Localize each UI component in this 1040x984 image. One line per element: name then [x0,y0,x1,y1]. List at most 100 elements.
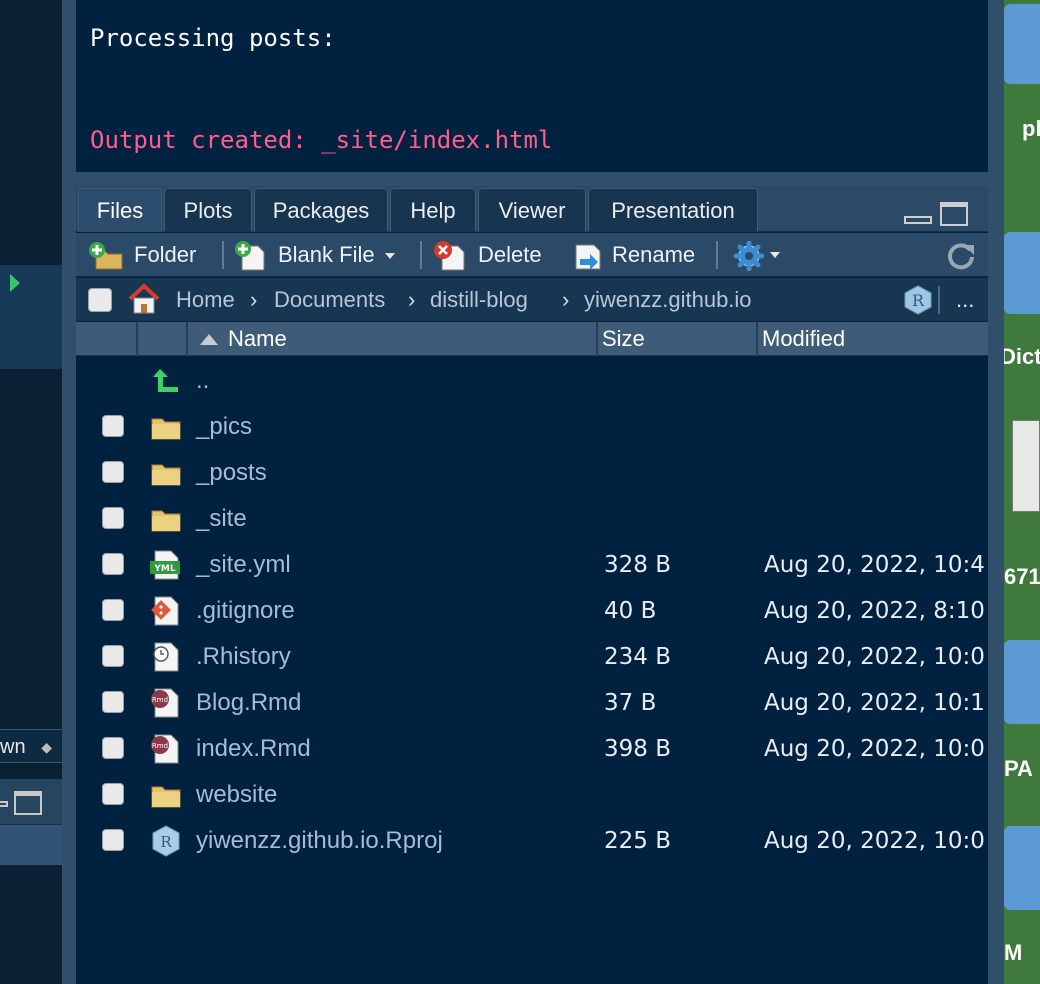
file-name-link[interactable]: website [196,772,277,818]
file-name-link[interactable]: yiwenzz.github.io.Rproj [196,818,443,864]
file-name-link[interactable]: _posts [196,450,267,496]
row-checkbox[interactable] [102,783,124,805]
minimize-pane-icon[interactable] [904,216,932,224]
chevron-right-icon: › [408,287,416,312]
minimize-icon[interactable] [0,801,8,807]
r-project-icon[interactable]: R [902,284,934,316]
file-name-link[interactable]: .Rhistory [196,634,291,680]
column-name[interactable]: Name [228,322,287,356]
table-row[interactable]: _pics [76,404,988,450]
files-toolbar: Folder Blank File Delete Rename [76,233,988,277]
new-folder-label: Folder [134,242,197,267]
parent-directory-link[interactable]: .. [196,358,209,404]
sort-ascending-icon [200,334,218,345]
refresh-icon[interactable] [946,241,976,271]
svg-text:Rmd: Rmd [152,742,168,750]
file-modified: Aug 20, 2022, 10:4 [764,552,985,578]
console-output-created-line: Output created: _site/index.html [90,126,553,154]
left-pane-dropdown[interactable]: wn ◆ [0,729,62,763]
new-blank-file-text: Blank File [278,242,375,267]
tab-viewer[interactable]: Viewer [478,188,586,232]
file-size: 37 B [604,690,657,716]
file-size: 234 B [604,644,671,670]
maximize-icon[interactable] [14,791,42,815]
desktop-item-label: Dict [1004,344,1040,369]
row-checkbox[interactable] [102,829,124,851]
file-name-link[interactable]: _site [196,496,247,542]
svg-text:R: R [912,291,925,310]
table-row[interactable]: .gitignore 40 B Aug 20, 2022, 8:10 [76,588,988,634]
file-modified: Aug 20, 2022, 10:0 [764,644,985,670]
console-pane[interactable]: Processing posts: Output created: _site/… [76,0,988,172]
tab-plots[interactable]: Plots [164,188,252,232]
row-checkbox[interactable] [102,415,124,437]
new-blank-file-icon [235,241,265,271]
pane-splitter-horizontal[interactable] [76,172,988,186]
tab-files[interactable]: Files [78,188,162,232]
breadcrumb-documents[interactable]: Documents [274,278,385,322]
file-name-link[interactable]: Blog.Rmd [196,680,301,726]
file-modified: Aug 20, 2022, 8:10 [764,598,985,624]
breadcrumb-more[interactable]: ... [956,278,974,322]
desktop-item-label: 671 [1004,564,1040,589]
desktop-background: pl Dict 671 PA M [1004,0,1040,984]
desktop-folder-icon[interactable] [1004,640,1040,724]
table-row[interactable]: YML _site.yml 328 B Aug 20, 2022, 10:4 [76,542,988,588]
home-icon[interactable] [126,282,162,316]
up-arrow-icon [153,369,178,392]
tab-packages[interactable]: Packages [254,188,388,232]
parent-directory-row[interactable]: .. [76,358,988,404]
table-row[interactable]: _posts [76,450,988,496]
row-checkbox[interactable] [102,507,124,529]
desktop-folder-icon[interactable] [1004,826,1040,910]
table-row[interactable]: _site [76,496,988,542]
column-divider[interactable] [756,322,758,356]
file-modified [764,496,988,542]
column-divider[interactable] [596,322,598,356]
file-name-link[interactable]: _site.yml [196,542,291,588]
breadcrumb-distill-blog[interactable]: distill-blog [430,278,528,322]
toolbar-separator [222,241,224,269]
history-file-icon [153,642,179,672]
table-row[interactable]: website [76,772,988,818]
table-row[interactable]: R yiwenzz.github.io.Rproj 225 B Aug 20, … [76,818,988,864]
new-folder-icon [89,242,123,270]
desktop-document-icon[interactable] [1012,420,1040,512]
chevron-right-icon: › [562,287,570,312]
row-checkbox[interactable] [102,553,124,575]
file-name-link[interactable]: _pics [196,404,252,450]
desktop-folder-icon[interactable] [1004,232,1040,314]
breadcrumb: Home › Documents › distill-blog › yiwenz… [76,278,988,322]
table-row[interactable]: Rmd Blog.Rmd 37 B Aug 20, 2022, 10:1 [76,680,988,726]
pane-splitter-left[interactable] [62,0,76,984]
gear-icon [734,241,764,271]
table-row[interactable]: Rmd index.Rmd 398 B Aug 20, 2022, 10:0 [76,726,988,772]
row-checkbox[interactable] [102,737,124,759]
column-modified[interactable]: Modified [762,322,845,356]
file-name-link[interactable]: index.Rmd [196,726,311,772]
tab-presentation[interactable]: Presentation [588,188,758,232]
file-name-link[interactable]: .gitignore [196,588,295,634]
desktop-folder-icon[interactable] [1004,4,1040,84]
row-checkbox[interactable] [102,691,124,713]
breadcrumb-current[interactable]: yiwenzz.github.io [584,278,752,322]
desktop-item-label: M [1004,940,1023,965]
toolbar-separator [716,241,718,269]
pane-splitter-right[interactable] [988,0,1004,984]
row-checkbox[interactable] [102,461,124,483]
row-checkbox[interactable] [102,645,124,667]
desktop-item-label: PA [1004,756,1033,781]
maximize-pane-icon[interactable] [940,202,968,226]
svg-text:Rmd: Rmd [152,696,168,704]
folder-icon [151,464,181,486]
tab-help[interactable]: Help [390,188,476,232]
select-all-checkbox[interactable] [88,288,112,312]
column-size[interactable]: Size [602,322,645,356]
breadcrumb-home[interactable]: Home [176,278,235,322]
row-checkbox[interactable] [102,599,124,621]
table-row[interactable]: .Rhistory 234 B Aug 20, 2022, 10:0 [76,634,988,680]
left-pane-row[interactable] [0,825,62,865]
more-options-button[interactable] [734,233,794,277]
file-modified: Aug 20, 2022, 10:0 [764,736,985,762]
left-pane-gap [0,763,62,779]
